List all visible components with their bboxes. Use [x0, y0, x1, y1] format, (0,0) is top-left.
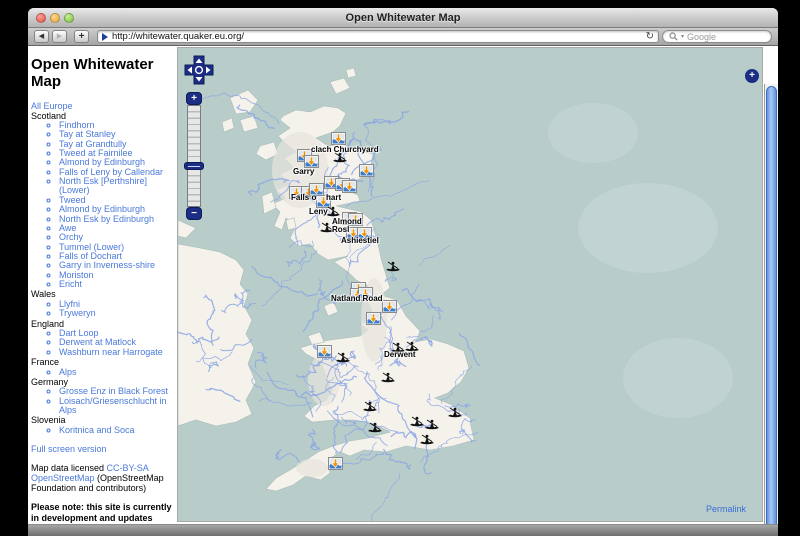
river-link[interactable]: North Esk [Perthshire] (Lower) [59, 176, 147, 195]
river-link[interactable]: Ericht [59, 279, 82, 289]
river-link[interactable]: Tryweryn [59, 308, 96, 318]
window-bottom-edge [28, 524, 778, 536]
map-place-label: hart [326, 193, 341, 202]
license-prefix: Map data licensed [31, 463, 107, 473]
kayaker-marker-icon[interactable] [424, 417, 439, 430]
openstreetmap-link[interactable]: OpenStreetMap [31, 473, 95, 483]
river-list-item: Alps [59, 368, 177, 377]
river-link[interactable]: Loisach/Griesenschlucht in Alps [59, 396, 167, 415]
map-place-label: Ashiestiel [341, 236, 379, 245]
river-links: LlyfniTryweryn [31, 300, 177, 319]
map-place-label: clach Churchyard [311, 145, 379, 154]
browser-window: Open Whitewater Map ◀ ▶ + http://whitewa… [28, 8, 778, 536]
map-place-label: Leny [309, 207, 328, 216]
kayaker-marker-icon[interactable] [367, 420, 382, 433]
country-label: France [31, 358, 177, 367]
river-list-item: Tryweryn [59, 309, 177, 318]
url-text[interactable]: http://whitewater.quaker.eu.org/ [112, 31, 642, 42]
kayaker-marker-icon[interactable] [447, 405, 462, 418]
river-list-item: North Esk by Edinburgh [59, 215, 177, 224]
search-field[interactable]: ▾ Google [662, 30, 772, 43]
search-placeholder: Google [687, 32, 716, 42]
window-titlebar[interactable]: Open Whitewater Map [28, 8, 778, 28]
map-place-label: Falls o [291, 193, 316, 202]
map-base-tiles [178, 48, 762, 521]
country-label: England [31, 320, 177, 329]
add-bookmark-button[interactable]: + [74, 30, 89, 43]
page-scrollbar[interactable]: ▲ ▼ [764, 84, 778, 524]
close-button[interactable] [36, 13, 46, 23]
kayaker-marker-icon[interactable] [385, 259, 400, 272]
sidebar: Open Whitewater Map All Europe ScotlandF… [31, 46, 177, 524]
river-list: ScotlandFindhornTay at StanleyTay at Gra… [31, 112, 177, 436]
map-canvas[interactable]: clach ChurchyardGarryFalls ohartLenyAlmo… [177, 47, 763, 522]
site-favicon-icon [102, 33, 108, 41]
kayaker-marker-icon[interactable] [419, 432, 434, 445]
river-list-item: Loisach/Griesenschlucht in Alps [59, 397, 177, 416]
river-links: FindhornTay at StanleyTay at GrandtullyT… [31, 121, 177, 289]
river-links: Dart LoopDerwent at MatlockWashburn near… [31, 329, 177, 357]
full-screen-link[interactable]: Full screen version [31, 444, 177, 454]
search-dropdown-icon[interactable]: ▾ [681, 33, 684, 40]
river-links: Alps [31, 368, 177, 377]
zoom-in-button[interactable]: + [186, 92, 202, 105]
map-place-label: Garry [293, 167, 314, 176]
country-label: Wales [31, 290, 177, 299]
river-link[interactable]: Koritnica and Soca [59, 425, 135, 435]
zoom-out-button[interactable]: − [186, 207, 202, 220]
maximize-button[interactable] [64, 13, 74, 23]
river-links: Grosse Enz in Black ForestLoisach/Griese… [31, 387, 177, 415]
gauge-marker-icon[interactable] [328, 457, 343, 470]
map-place-label: Derwent [384, 350, 416, 359]
kayaker-marker-icon[interactable] [409, 414, 424, 427]
overview-map-toggle[interactable]: + [745, 69, 759, 83]
reload-icon[interactable]: ↻ [646, 31, 654, 42]
license-text: Map data licensed CC-BY-SA OpenStreetMap… [31, 463, 177, 493]
river-list-item: Ericht [59, 280, 177, 289]
window-title: Open Whitewater Map [28, 8, 778, 28]
map-place-label: Natland Road [331, 294, 383, 303]
search-icon [669, 32, 678, 41]
gauge-marker-icon[interactable] [359, 164, 374, 177]
country-label: Scotland [31, 112, 177, 121]
cc-by-sa-link[interactable]: CC-BY-SA [107, 463, 149, 473]
map-place-label: Rosl [332, 225, 349, 234]
page-title: Open Whitewater Map [31, 56, 177, 91]
browser-toolbar: ◀ ▶ + http://whitewater.quaker.eu.org/ ↻… [28, 28, 778, 46]
zoom-slider-track[interactable] [187, 105, 201, 207]
kayaker-marker-icon[interactable] [380, 370, 395, 383]
map-pan-control[interactable] [184, 55, 214, 85]
scrollbar-thumb[interactable] [766, 86, 777, 524]
river-list-item: Koritnica and Soca [59, 426, 177, 435]
zoom-slider-handle[interactable] [184, 162, 204, 170]
river-list-item: North Esk [Perthshire] (Lower) [59, 177, 177, 196]
dev-note: Please note: this site is currently in d… [31, 502, 177, 524]
river-links: Koritnica and Soca [31, 426, 177, 435]
all-europe-link[interactable]: All Europe [31, 101, 177, 111]
river-link[interactable]: Alps [59, 367, 77, 377]
minimize-button[interactable] [50, 13, 60, 23]
url-field[interactable]: http://whitewater.quaker.eu.org/ ↻ [97, 30, 659, 43]
river-list-item: Washburn near Harrogate [59, 348, 177, 357]
page-content: Open Whitewater Map All Europe ScotlandF… [28, 46, 778, 524]
gauge-marker-icon[interactable] [331, 132, 346, 145]
river-link[interactable]: Washburn near Harrogate [59, 347, 163, 357]
gauge-marker-icon[interactable] [382, 300, 397, 313]
forward-button[interactable]: ▶ [52, 30, 67, 43]
permalink-link[interactable]: Permalink [706, 504, 746, 514]
gauge-marker-icon[interactable] [342, 180, 357, 193]
gauge-marker-icon[interactable] [317, 345, 332, 358]
back-button[interactable]: ◀ [34, 30, 49, 43]
gauge-marker-icon[interactable] [366, 312, 381, 325]
kayaker-marker-icon[interactable] [335, 350, 350, 363]
kayaker-marker-icon[interactable] [362, 399, 377, 412]
